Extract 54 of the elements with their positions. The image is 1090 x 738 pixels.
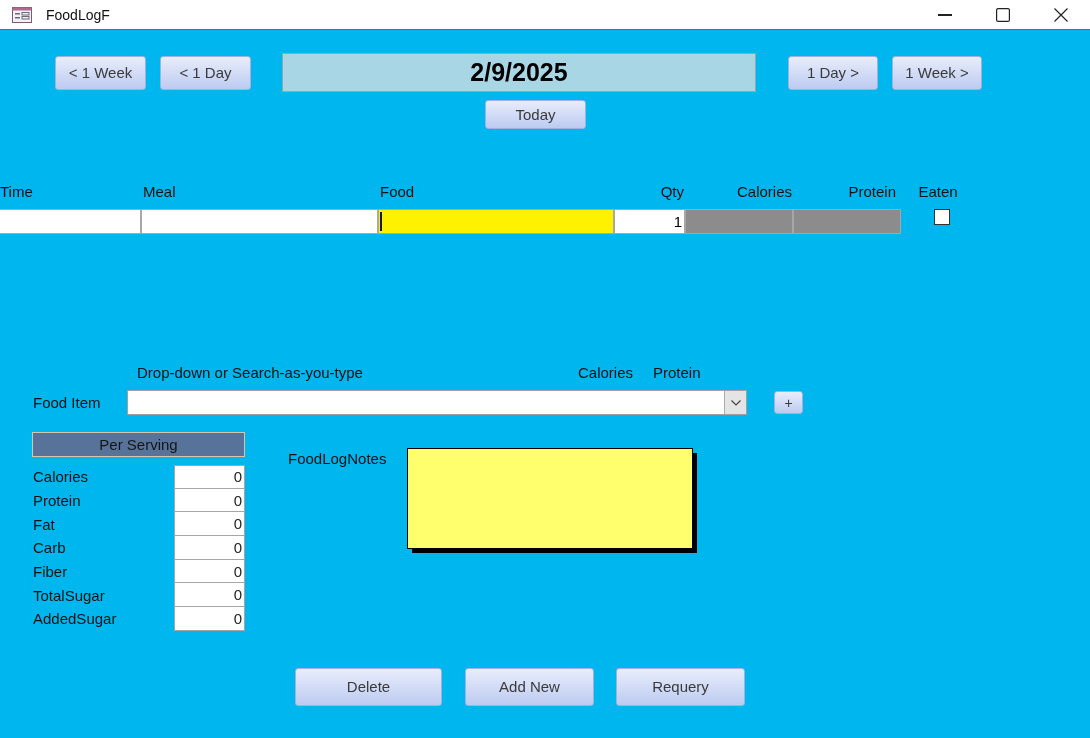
window-title: FoodLogF [46,6,111,23]
food-item-combo[interactable] [127,390,747,415]
nutrient-value-field[interactable]: 0 [174,583,245,608]
nutrient-label: Fiber [32,563,69,581]
nutrient-label: Fat [32,515,56,533]
field-label: Food Item [33,394,102,411]
today-button[interactable]: Today [485,100,586,129]
nutrient-value-field[interactable]: 0 [174,536,245,560]
table-field[interactable] [685,209,793,234]
column-label: Protein [653,364,701,381]
column-header: Qty [660,182,684,200]
column-label: Calories [578,364,634,381]
nutrient-value-field[interactable]: 0 [174,512,245,537]
previous-button[interactable]: < 1 Week [55,55,146,90]
section-header: Per Serving [32,432,245,457]
table-field[interactable]: 1 [614,209,685,234]
nutrient-value-field[interactable]: 0 [174,488,245,513]
dropdown-button[interactable] [724,391,746,414]
add-food-button[interactable]: + [774,391,803,414]
column-header: Eaten [918,182,958,200]
action-button[interactable]: Requery [616,667,745,706]
minimize-icon [938,13,952,16]
nutrient-label: TotalSugar [32,586,106,604]
maximize-icon [996,7,1010,22]
next-button[interactable]: 1 Week > [892,55,982,90]
next-button[interactable]: 1 Day > [788,55,878,90]
nutrient-label: Carb [32,539,67,557]
table-field[interactable] [141,209,378,234]
nutrient-value-field[interactable]: 0 [174,607,245,631]
column-header: Food [380,182,415,200]
notes-field[interactable] [407,448,697,553]
column-header: Time [0,182,33,200]
hint-label: Drop-down or Search-as-you-type [137,364,363,381]
chevron-down-icon [730,399,741,406]
text-cursor-icon [380,212,382,231]
nutrient-value-field[interactable]: 0 [174,465,245,489]
column-header: Calories [736,182,792,200]
nutrient-label: Calories [32,468,90,486]
action-button[interactable]: Add New [465,667,594,706]
notes-label: FoodLogNotes [288,450,388,467]
eaten-checkbox[interactable] [934,209,950,225]
nutrient-value-field[interactable]: 0 [174,559,245,584]
action-button[interactable]: Delete [295,667,442,706]
column-header: Meal [143,182,176,200]
date-field[interactable]: 2/9/2025 [282,53,756,92]
previous-button[interactable]: < 1 Day [160,55,251,90]
nutrient-label: Protein [32,492,82,510]
table-field[interactable] [0,209,141,234]
column-header: Protein [848,182,896,200]
table-field[interactable] [793,209,901,234]
focused-field[interactable] [378,209,614,234]
close-icon [1054,7,1068,22]
form-icon [12,6,32,23]
nutrient-label: AddedSugar [32,610,118,628]
